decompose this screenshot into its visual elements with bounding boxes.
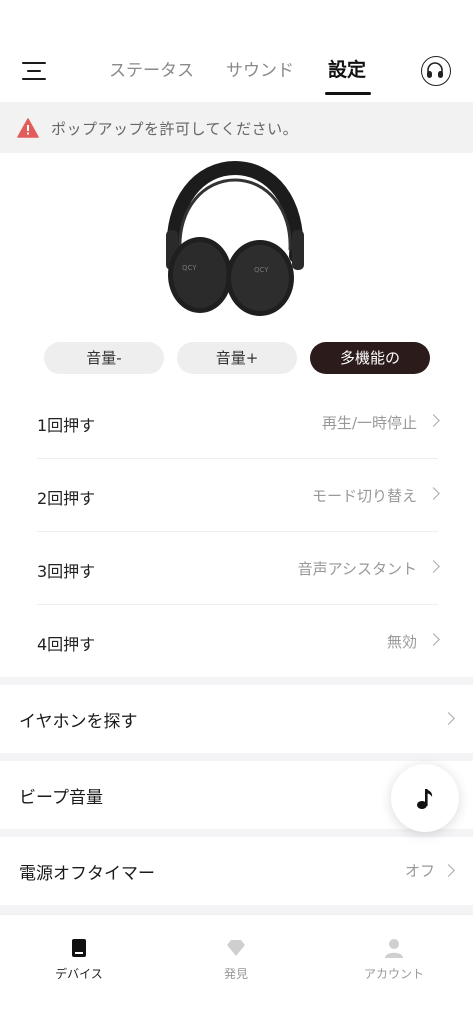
press-row-3[interactable]: 3回押す 音声アシスタント — [0, 532, 473, 604]
tab-sound[interactable]: サウンド — [226, 56, 294, 81]
nav-account[interactable]: アカウント — [334, 937, 454, 982]
tab-settings[interactable]: 設定 — [328, 55, 366, 82]
setting-label: ビープ音量 — [19, 788, 103, 808]
section-divider — [0, 677, 473, 685]
press-row-1[interactable]: 1回押す 再生/一時停止 — [0, 386, 473, 458]
segment-volume-up[interactable]: 音量+ — [177, 342, 297, 374]
headphones-image: QCY QCY — [160, 160, 310, 320]
headphone-icon[interactable] — [421, 56, 451, 86]
press-label: 1回押す — [37, 416, 96, 435]
chevron-right-icon — [427, 414, 440, 427]
find-earphones-row[interactable]: イヤホンを探す — [0, 685, 473, 753]
setting-label: イヤホンを探す — [19, 712, 138, 732]
active-tab-indicator — [325, 92, 371, 95]
nav-label: 発見 — [223, 967, 248, 981]
chevron-right-icon — [427, 560, 440, 573]
press-value: 音声アシスタント — [297, 560, 417, 578]
chevron-right-icon — [427, 487, 440, 500]
press-row-2[interactable]: 2回押す モード切り替え — [0, 459, 473, 531]
brand-mark: QCY — [254, 266, 269, 274]
section-divider — [0, 905, 473, 914]
power-off-timer-row[interactable]: 電源オフタイマー オフ — [0, 837, 473, 905]
press-label: 2回押す — [37, 489, 96, 508]
press-label: 3回押す — [37, 562, 96, 581]
press-row-4[interactable]: 4回押す 無効 — [0, 605, 473, 677]
music-note-icon — [417, 789, 433, 809]
press-value: 再生/一時停止 — [321, 414, 417, 432]
nav-label: デバイス — [55, 967, 103, 981]
popup-permission-banner[interactable]: ポップアップを許可してください。 — [0, 102, 473, 153]
press-label: 4回押す — [37, 635, 96, 654]
bottom-navigation: デバイス 発見 アカウント — [0, 914, 473, 1024]
chevron-right-icon — [442, 864, 455, 877]
tab-status[interactable]: ステータス — [109, 56, 194, 81]
top-bar: ステータス サウンド 設定 — [0, 0, 473, 102]
device-icon — [72, 939, 86, 957]
section-divider — [0, 753, 473, 761]
segment-multifunction[interactable]: 多機能の — [310, 342, 430, 374]
brand-mark: QCY — [182, 264, 197, 272]
press-value: モード切り替え — [311, 487, 417, 505]
nav-discover[interactable]: 発見 — [176, 937, 296, 982]
setting-label: 電源オフタイマー — [19, 864, 155, 884]
diamond-icon — [227, 940, 245, 956]
user-icon — [385, 939, 403, 958]
warning-icon — [17, 118, 39, 138]
banner-text: ポップアップを許可してください。 — [51, 120, 299, 138]
setting-value: オフ — [404, 862, 435, 880]
chevron-right-icon — [442, 712, 455, 725]
segment-volume-down[interactable]: 音量- — [44, 342, 164, 374]
nav-label: アカウント — [363, 967, 424, 981]
chevron-right-icon — [427, 633, 440, 646]
nav-device[interactable]: デバイス — [19, 937, 139, 982]
music-floating-button[interactable] — [391, 764, 459, 832]
press-value: 無効 — [386, 633, 417, 651]
tab-bar: ステータス サウンド 設定 — [0, 56, 473, 96]
